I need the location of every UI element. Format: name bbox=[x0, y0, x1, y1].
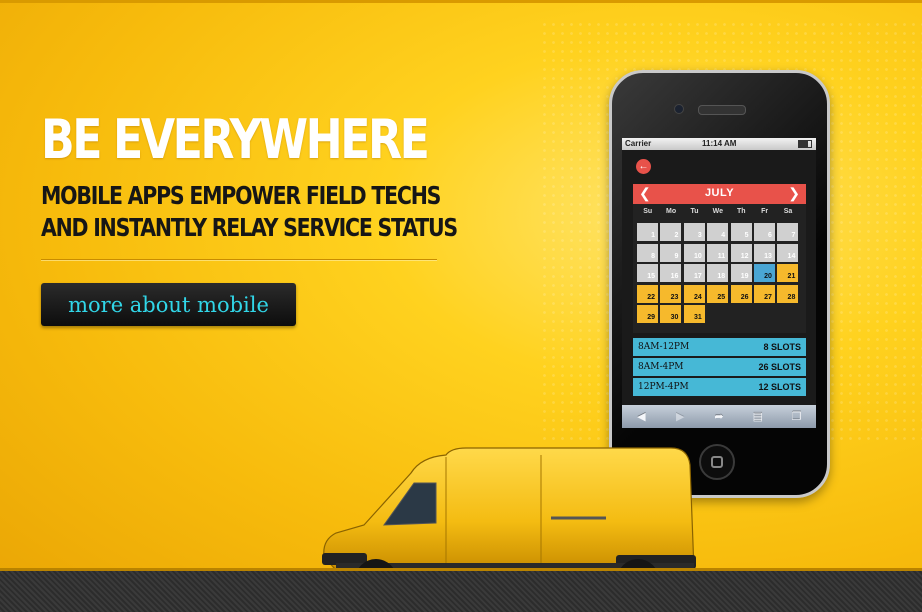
calendar-day: 6 bbox=[753, 223, 775, 241]
cta-label: more about mobile bbox=[68, 292, 269, 317]
weekday-label: Tu bbox=[690, 208, 699, 215]
subheadline-line-1: MOBILE APPS EMPOWER FIELD TECHS bbox=[41, 181, 441, 210]
calendar-day: 12 bbox=[730, 243, 752, 262]
calendar-day[interactable]: 31 bbox=[683, 305, 705, 323]
headline: BE EVERYWHERE bbox=[41, 108, 430, 171]
divider bbox=[41, 259, 437, 260]
time-slot-row[interactable]: 8AM-4PM 26 SLOTS bbox=[633, 358, 806, 376]
slot-time: 8AM-12PM bbox=[638, 342, 690, 352]
share-icon[interactable]: ➦ bbox=[709, 410, 729, 423]
calendar-day[interactable]: 26 bbox=[730, 284, 752, 303]
calendar-day: 17 bbox=[683, 264, 705, 282]
calendar-day: 3 bbox=[683, 223, 705, 241]
time-slot-row[interactable]: 8AM-12PM 8 SLOTS bbox=[633, 338, 806, 356]
calendar-day: 18 bbox=[707, 264, 729, 282]
chevron-right-icon[interactable]: ❯ bbox=[788, 185, 800, 202]
calendar-days: 1 2 3 4 5 6 7 8 9 10 11 12 13 14 15 16 17 18 19 20 21 22 23 24 2… bbox=[636, 222, 800, 325]
calendar-day: 1 bbox=[637, 223, 658, 241]
top-border bbox=[0, 0, 922, 3]
floor bbox=[0, 571, 922, 612]
calendar-month-bar: ❮ JULY ❯ bbox=[633, 184, 806, 204]
calendar-day: 16 bbox=[660, 264, 682, 282]
calendar-day[interactable]: 22 bbox=[637, 284, 658, 303]
hero-banner: BE EVERYWHERE MOBILE APPS EMPOWER FIELD … bbox=[0, 0, 922, 612]
calendar-day[interactable]: 28 bbox=[777, 284, 799, 303]
weekday-label: Th bbox=[736, 208, 746, 215]
tabs-icon[interactable]: ❐ bbox=[787, 410, 807, 423]
time-slot-row[interactable]: 12PM-4PM 12 SLOTS bbox=[633, 378, 806, 396]
calendar-day[interactable]: 27 bbox=[753, 284, 775, 303]
calendar-month: JULY bbox=[704, 187, 735, 199]
calendar-day[interactable]: 29 bbox=[637, 305, 658, 323]
more-about-mobile-button[interactable]: more about mobile bbox=[41, 283, 296, 326]
bookmarks-icon[interactable]: ▤ bbox=[748, 410, 768, 423]
calendar-day[interactable]: 24 bbox=[683, 284, 705, 303]
calendar-day: 7 bbox=[777, 223, 799, 241]
subheadline-line-2: AND INSTANTLY RELAY SERVICE STATUS bbox=[41, 213, 458, 242]
calendar-day[interactable]: 20 bbox=[753, 264, 775, 282]
status-bar: Carrier 11:14 AM bbox=[622, 138, 816, 150]
home-button bbox=[699, 444, 735, 480]
time-slot-list: 8AM-12PM 8 SLOTS 8AM-4PM 26 SLOTS 12PM-4PM 12… bbox=[633, 338, 806, 398]
battery-icon bbox=[798, 140, 812, 148]
slot-time: 8AM-4PM bbox=[638, 362, 684, 372]
back-arrow-icon[interactable]: ← bbox=[636, 159, 651, 174]
slot-time: 12PM-4PM bbox=[638, 382, 689, 392]
calendar-day: 15 bbox=[637, 264, 658, 282]
calendar: ❮ JULY ❯ Su Mo Tu We Th Fr Sa 1 2 3 4 5 6 7 8 9 10 11 12 1… bbox=[633, 184, 806, 333]
calendar-day[interactable]: 21 bbox=[777, 264, 799, 282]
forward-icon[interactable]: ▶ bbox=[670, 410, 690, 423]
weekday-label: Su bbox=[643, 208, 653, 215]
calendar-day: 4 bbox=[707, 223, 729, 241]
calendar-day: 19 bbox=[730, 264, 752, 282]
weekday-label: Sa bbox=[783, 208, 793, 215]
weekday-label: Fr bbox=[761, 208, 769, 215]
calendar-day: 9 bbox=[660, 243, 682, 262]
phone-screen: Carrier 11:14 AM ← ❮ JULY ❯ Su Mo Tu We Th Fr… bbox=[622, 138, 816, 428]
calendar-day: 14 bbox=[777, 243, 799, 262]
calendar-day: 5 bbox=[730, 223, 752, 241]
calendar-day: 10 bbox=[683, 243, 705, 262]
slot-count: 8 SLOTS bbox=[763, 342, 801, 352]
slot-count: 26 SLOTS bbox=[758, 362, 801, 372]
calendar-day: 8 bbox=[637, 243, 658, 262]
weekday-label: We bbox=[712, 208, 724, 215]
weekday-header: Su Mo Tu We Th Fr Sa bbox=[636, 208, 800, 215]
back-icon[interactable]: ◀ bbox=[631, 410, 651, 423]
calendar-day: 11 bbox=[707, 243, 729, 262]
phone-speaker bbox=[698, 105, 746, 115]
slot-count: 12 SLOTS bbox=[758, 382, 801, 392]
calendar-day[interactable]: 30 bbox=[660, 305, 682, 323]
phone-camera bbox=[674, 104, 684, 114]
browser-toolbar: ◀ ▶ ➦ ▤ ❐ bbox=[622, 405, 816, 428]
weekday-label: Mo bbox=[666, 208, 677, 215]
carrier-label: Carrier bbox=[625, 139, 652, 148]
status-time: 11:14 AM bbox=[702, 139, 737, 148]
calendar-day[interactable]: 25 bbox=[707, 284, 729, 303]
calendar-day[interactable]: 23 bbox=[660, 284, 682, 303]
calendar-day: 13 bbox=[753, 243, 775, 262]
calendar-day: 2 bbox=[660, 223, 682, 241]
